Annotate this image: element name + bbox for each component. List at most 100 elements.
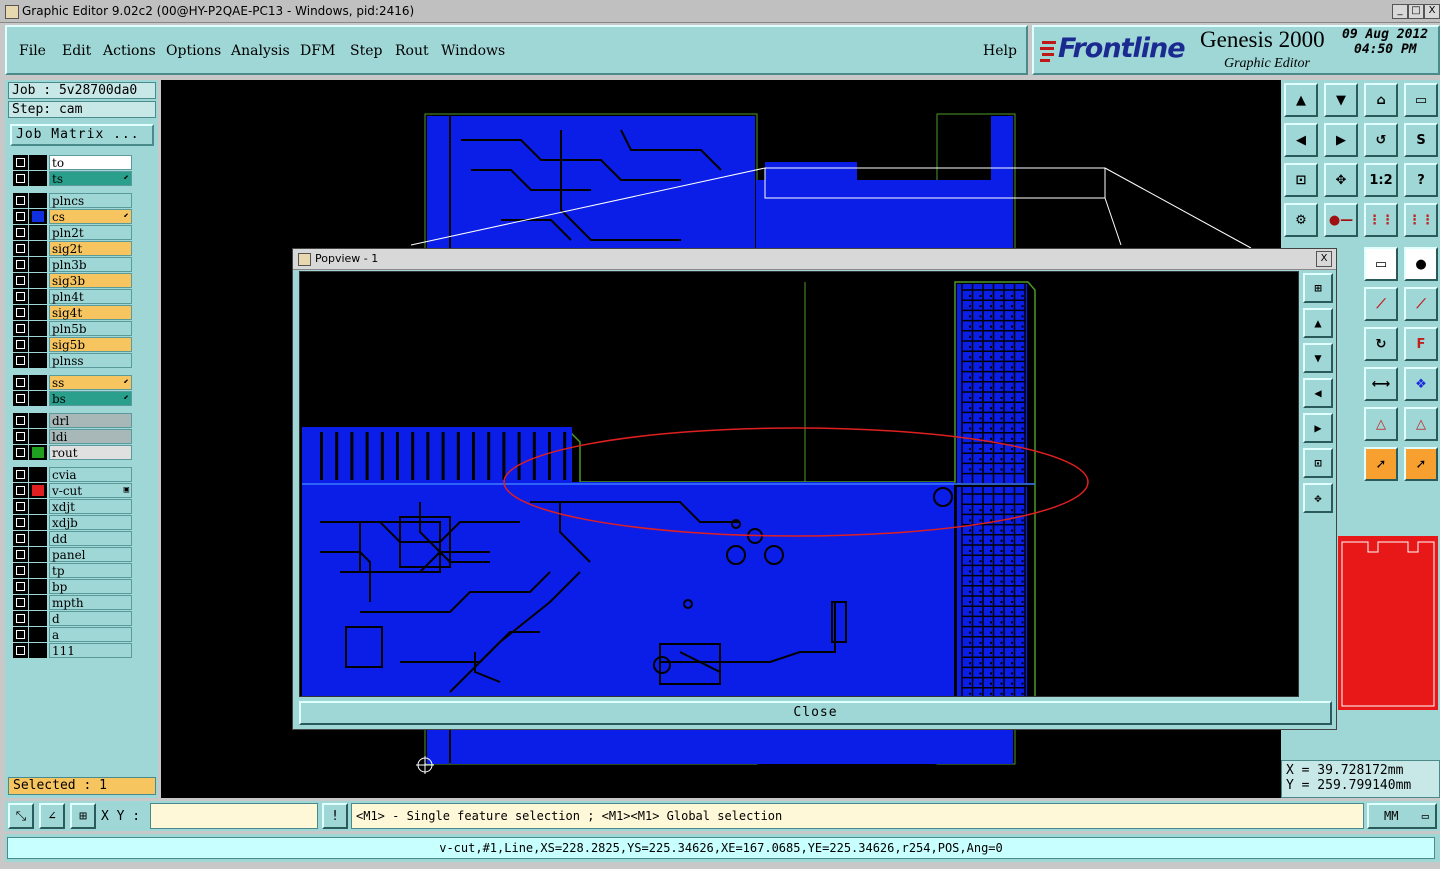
layer-color-swatch[interactable] [29, 171, 47, 186]
layer-color-swatch[interactable] [29, 611, 47, 626]
window-icon[interactable]: ▭ [1404, 83, 1438, 117]
layer-color-swatch[interactable] [29, 515, 47, 530]
rotate-icon[interactable]: ↻ [1364, 327, 1398, 361]
connect-icon[interactable]: ⟋ [1364, 287, 1398, 321]
menu-help[interactable]: Help [983, 43, 1017, 59]
home-icon[interactable]: ⌂ [1364, 83, 1398, 117]
layer-name[interactable]: plncs [49, 193, 132, 208]
layer-row-ldi[interactable]: ldi [10, 429, 132, 444]
info-icon[interactable]: ! [322, 803, 348, 829]
layer-row-bs[interactable]: bs ⬋ [10, 391, 132, 406]
layer-checkbox[interactable] [13, 627, 28, 642]
layer-checkbox[interactable] [13, 445, 28, 460]
layer-checkbox[interactable] [13, 579, 28, 594]
layer-row-ss[interactable]: ss ⬋ [10, 375, 132, 390]
layer-color-swatch[interactable] [29, 353, 47, 368]
layer-name[interactable]: plnss [49, 353, 132, 368]
layer-name[interactable]: bp [49, 579, 132, 594]
export-icon[interactable]: ▲ [1284, 83, 1318, 117]
angle-icon[interactable]: ∠ [39, 803, 65, 829]
layer-checkbox[interactable] [13, 643, 28, 658]
layer-name[interactable]: xdjb [49, 515, 132, 530]
fit-icon[interactable]: ⊡ [1284, 163, 1318, 197]
layer-color-swatch[interactable] [29, 193, 47, 208]
help-icon[interactable]: ? [1404, 163, 1438, 197]
layer-row-sig3b[interactable]: sig3b [10, 273, 132, 288]
layer-row-xdjt[interactable]: xdjt [10, 499, 132, 514]
scale-icon[interactable]: 1:2 [1364, 163, 1398, 197]
layer-color-swatch[interactable] [29, 241, 47, 256]
job-matrix-button[interactable]: Job Matrix ... [10, 124, 154, 146]
layer-row-cvia[interactable]: cvia [10, 467, 132, 482]
layer-checkbox[interactable] [13, 257, 28, 272]
layer-checkbox[interactable] [13, 595, 28, 610]
layer-checkbox[interactable] [13, 515, 28, 530]
layer-row-bp[interactable]: bp [10, 579, 132, 594]
layer-checkbox[interactable] [13, 193, 28, 208]
zoom-center-icon[interactable]: ✥ [1324, 163, 1358, 197]
layer-name[interactable]: pln5b [49, 321, 132, 336]
layer-row-plnss[interactable]: plnss [10, 353, 132, 368]
popview-canvas[interactable] [299, 271, 1299, 697]
layer-name[interactable]: pln4t [49, 289, 132, 304]
layer-color-swatch[interactable] [29, 579, 47, 594]
layer-row-pln2t[interactable]: pln2t [10, 225, 132, 240]
layer-checkbox[interactable] [13, 483, 28, 498]
layer-row-sig2t[interactable]: sig2t [10, 241, 132, 256]
popview-fit-icon[interactable]: ⊡ [1303, 448, 1333, 478]
layer-color-swatch[interactable] [29, 413, 47, 428]
menu-analysis[interactable]: Analysis [231, 43, 290, 59]
layer-color-swatch[interactable] [29, 643, 47, 658]
layer-color-swatch[interactable] [29, 429, 47, 444]
layer-color-swatch[interactable] [29, 337, 47, 352]
layer-checkbox[interactable] [13, 499, 28, 514]
popview-up-icon[interactable]: ▲ [1303, 308, 1333, 338]
menu-rout[interactable]: Rout [395, 43, 429, 59]
close-window-button[interactable]: X [1424, 4, 1440, 19]
layer-name[interactable]: to [49, 155, 132, 170]
grid-icon[interactable]: ⊞ [70, 803, 96, 829]
popview-close-x-button[interactable]: X [1316, 251, 1332, 267]
layer-color-swatch[interactable] [29, 499, 47, 514]
layer-name[interactable]: ss [49, 375, 132, 390]
popview-close-button[interactable]: Close [299, 701, 1332, 725]
layer-checkbox[interactable] [13, 353, 28, 368]
layer-checkbox[interactable] [13, 171, 28, 186]
layer-color-swatch[interactable] [29, 563, 47, 578]
snap-icon[interactable]: ⤡ [8, 803, 34, 829]
layer-color-swatch[interactable] [29, 445, 47, 460]
pan-right-icon[interactable]: ▶ [1324, 123, 1358, 157]
layer-color-swatch[interactable] [29, 209, 47, 224]
layer-color-swatch[interactable] [29, 467, 47, 482]
layer-name[interactable]: cs [49, 209, 132, 224]
layer-color-swatch[interactable] [29, 627, 47, 642]
layer-row-111[interactable]: 111 [10, 643, 132, 658]
layer-row-pln4t[interactable]: pln4t [10, 289, 132, 304]
layer-name[interactable]: a [49, 627, 132, 642]
layer-name[interactable]: v-cut [49, 483, 132, 498]
layer-name[interactable]: rout [49, 445, 132, 460]
layer-checkbox[interactable] [13, 611, 28, 626]
layer-color-swatch[interactable] [29, 375, 47, 390]
layer-color-swatch[interactable] [29, 531, 47, 546]
menu-dfm[interactable]: DFM [300, 43, 335, 59]
layer-name[interactable]: xdjt [49, 499, 132, 514]
import-icon[interactable]: ▼ [1324, 83, 1358, 117]
layer-color-swatch[interactable] [29, 273, 47, 288]
layer-color-swatch[interactable] [29, 257, 47, 272]
layer-row-drl[interactable]: drl [10, 413, 132, 428]
layer-name[interactable]: panel [49, 547, 132, 562]
layer-checkbox[interactable] [13, 391, 28, 406]
layer-row-dd[interactable]: dd [10, 531, 132, 546]
popview-right-icon[interactable]: ▶ [1303, 413, 1333, 443]
layer-checkbox[interactable] [13, 225, 28, 240]
layer-row-plncs[interactable]: plncs [10, 193, 132, 208]
layer-name[interactable]: pln2t [49, 225, 132, 240]
layers-icon[interactable]: ⋮⋮ [1364, 203, 1398, 237]
layer-name[interactable]: tp [49, 563, 132, 578]
layer-row-ts[interactable]: ts ⬋ [10, 171, 132, 186]
layer-name[interactable]: mpth [49, 595, 132, 610]
layer-row-rout[interactable]: rout [10, 445, 132, 460]
popview-down-icon[interactable]: ▼ [1303, 343, 1333, 373]
layer-checkbox[interactable] [13, 241, 28, 256]
